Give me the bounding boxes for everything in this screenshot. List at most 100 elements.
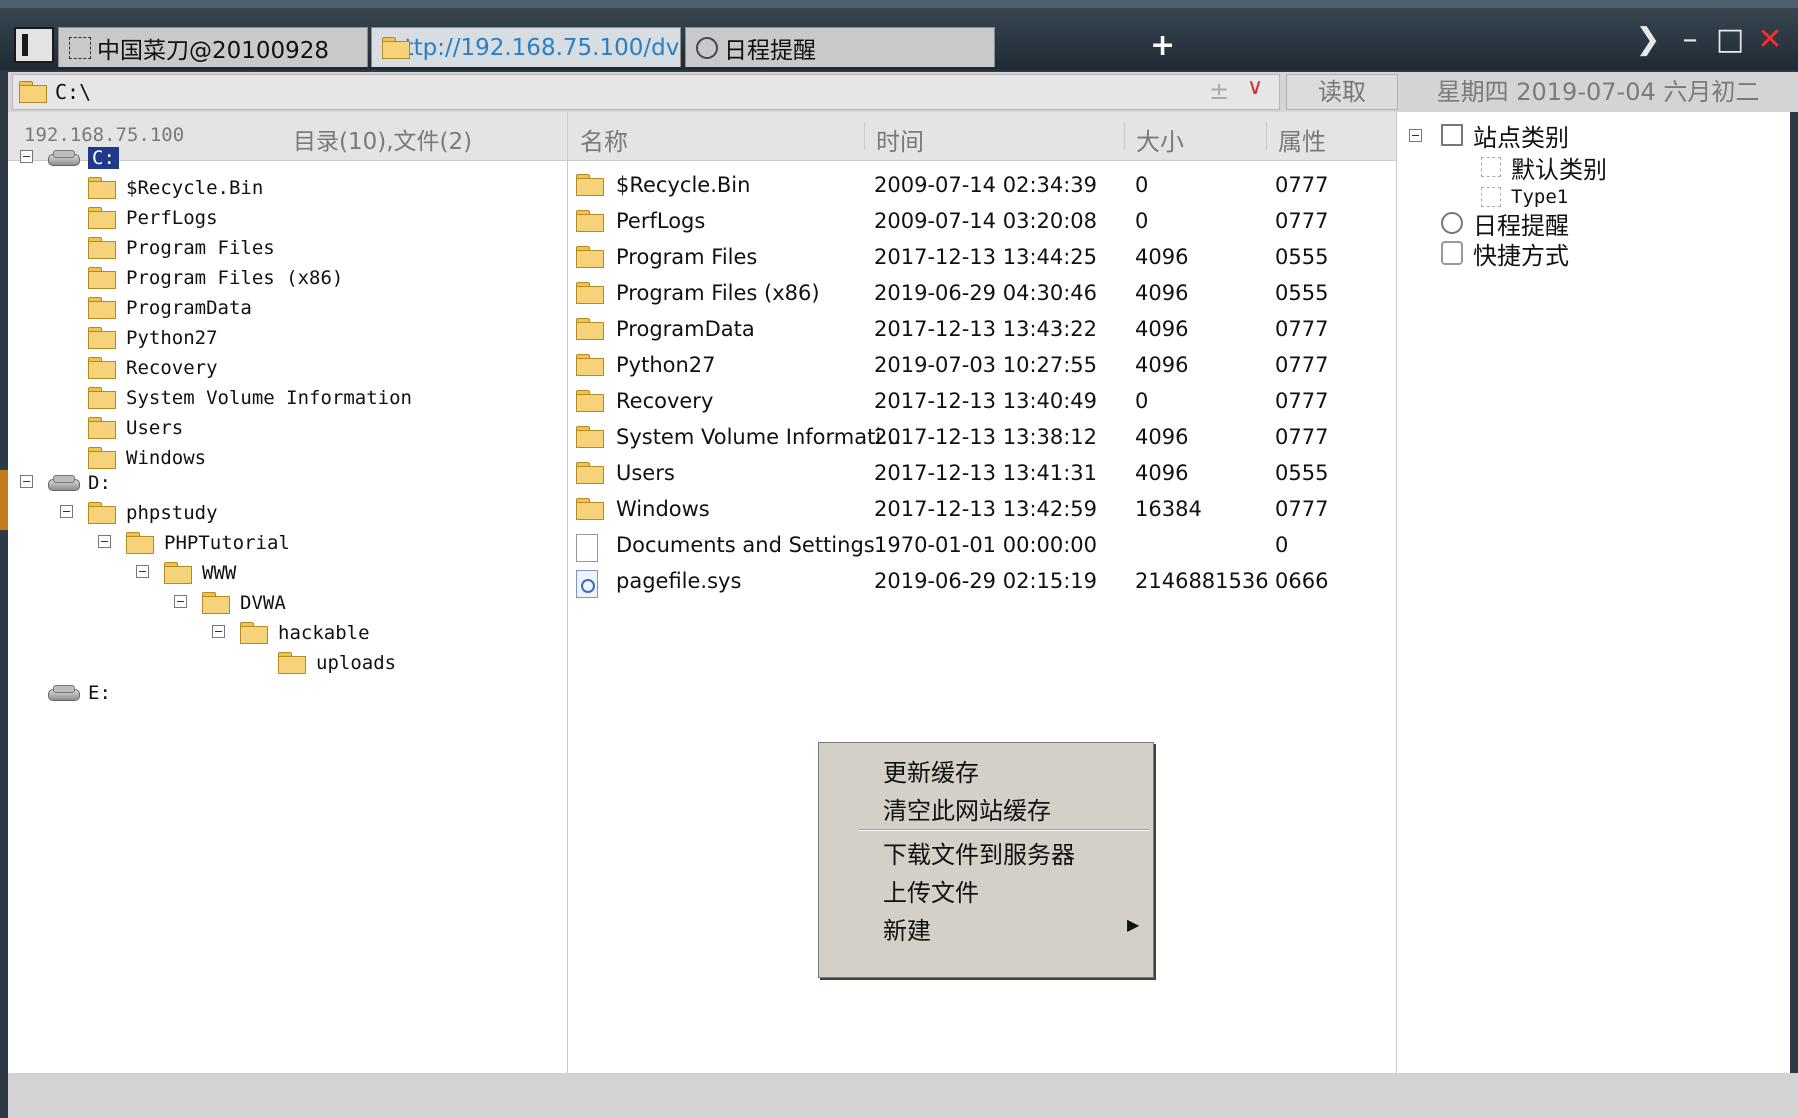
tree-node-d[interactable]: D: [48,467,111,499]
tree-node[interactable]: uploads [278,647,396,679]
folder-icon [164,562,192,584]
maximize-button[interactable]: □ [1712,22,1748,58]
folder-icon [576,498,604,520]
tree-node-default-category[interactable]: 默认类别 [1481,151,1607,184]
folder-icon [88,237,116,259]
file-row[interactable]: Program Files 2017-12-13 13:44:25 4096 0555 [568,239,1396,275]
column-header-size[interactable]: 大小 [1136,122,1184,157]
file-name: Python27 [616,353,716,377]
file-size: 0 [1135,173,1149,197]
close-button[interactable]: ✕ [1752,22,1788,58]
tree-node-c[interactable]: C: [48,142,119,174]
file-row[interactable]: Recovery 2017-12-13 13:40:49 0 0777 [568,383,1396,419]
collapse-toggle-icon[interactable] [136,565,149,578]
tree-node-shortcut[interactable]: 快捷方式 [1441,237,1569,270]
tree-node[interactable]: Python27 [88,322,218,354]
folder-icon [88,502,116,524]
tab-home[interactable]: 中国菜刀@20100928 [58,27,368,67]
tab-file-manager[interactable]: http://192.168.75.100/dvwa/... [371,27,681,67]
tree-node[interactable]: $Recycle.Bin [88,172,263,204]
tree-node[interactable]: ProgramData [88,292,252,324]
collapse-toggle-icon[interactable] [174,595,187,608]
file-icon [576,534,598,562]
file-row[interactable]: Windows 2017-12-13 13:42:59 16384 0777 [568,491,1396,527]
tree-node[interactable]: Users [88,412,183,444]
file-name: Program Files [616,245,758,269]
file-row[interactable]: ProgramData 2017-12-13 13:43:22 4096 0777 [568,311,1396,347]
tree-node[interactable]: phpstudy [88,497,218,529]
tree-node[interactable]: DVWA [202,587,286,619]
plus-minus-icon[interactable]: ± [1209,77,1229,105]
folder-icon [576,354,604,376]
menu-item-upload-file[interactable]: 上传文件 [883,873,979,908]
file-size: 4096 [1135,281,1189,305]
chevron-right-icon[interactable]: ❯ [1630,22,1666,58]
tree-node-site-category[interactable]: 站点类别 [1441,119,1569,152]
menu-item-new[interactable]: 新建 [883,911,931,946]
chevron-down-icon[interactable]: ∨ [1247,75,1263,100]
tree-label: C: [88,147,119,169]
tree-node[interactable]: PHPTutorial [126,527,290,559]
tree-node[interactable]: Program Files (x86) [88,262,343,294]
file-name: $Recycle.Bin [616,173,751,197]
file-row[interactable]: pagefile.sys 2019-06-29 02:15:19 214688153… [568,563,1396,599]
column-divider[interactable] [1124,122,1125,150]
menu-item-refresh-cache[interactable]: 更新缓存 [883,753,979,788]
file-row[interactable]: Users 2017-12-13 13:41:31 4096 0555 [568,455,1396,491]
file-time: 2009-07-14 03:20:08 [874,209,1098,233]
file-attr: 0666 [1275,569,1329,593]
column-divider[interactable] [1266,122,1267,150]
add-tab-button[interactable]: + [1150,28,1175,64]
read-button[interactable]: 读取 [1286,74,1398,110]
sidebar-toggle-icon[interactable] [14,27,54,63]
drive-icon [48,150,80,166]
title-topline [0,0,1798,8]
file-size: 0 [1135,209,1149,233]
tree-label: Program Files [126,237,275,259]
tree-label: System Volume Information [126,387,412,409]
tree-label: Program Files (x86) [126,267,344,289]
collapse-toggle-icon[interactable] [212,625,225,638]
minimize-button[interactable]: – [1672,22,1708,58]
tree-node[interactable]: PerfLogs [88,202,218,234]
collapse-toggle-icon[interactable] [20,475,33,488]
collapse-toggle-icon[interactable] [60,505,73,518]
collapse-toggle-icon[interactable] [20,150,33,163]
tree-node[interactable]: WWW [164,557,236,589]
tab-label: http://192.168.75.100/dvwa/... [390,34,680,61]
column-header-time[interactable]: 时间 [876,122,924,157]
app-window: 中国菜刀@20100928 http://192.168.75.100/dvwa… [0,0,1798,1118]
tab-schedule[interactable]: 日程提醒 [685,27,995,67]
column-divider[interactable] [864,122,865,150]
file-name: Users [616,461,675,485]
menu-item-download-to-server[interactable]: 下载文件到服务器 [883,835,1075,870]
folder-icon [88,417,116,439]
tree-label: PHPTutorial [164,532,290,554]
collapse-toggle-icon[interactable] [1409,129,1422,142]
tree-node[interactable]: Recovery [88,352,218,384]
file-row[interactable]: $Recycle.Bin 2009-07-14 02:34:39 0 0777 [568,167,1396,203]
file-row[interactable]: Documents and Settings 1970-01-01 00:00:0… [568,527,1396,563]
file-row[interactable]: Program Files (x86) 2019-06-29 04:30:46 40… [568,275,1396,311]
tree-node[interactable]: hackable [240,617,370,649]
folder-icon [19,81,47,103]
tree-node-schedule[interactable]: 日程提醒 [1441,207,1569,240]
tree-label: WWW [202,562,237,584]
file-row[interactable]: PerfLogs 2009-07-14 03:20:08 0 0777 [568,203,1396,239]
file-row[interactable]: Python27 2019-07-03 10:27:55 4096 0777 [568,347,1396,383]
collapse-toggle-icon[interactable] [98,535,111,548]
tree-node[interactable]: System Volume Information [88,382,412,414]
path-input[interactable]: C:\ ± ∨ [12,74,1280,110]
menu-item-clear-site-cache[interactable]: 清空此网站缓存 [883,791,1051,826]
file-name: pagefile.sys [616,569,742,593]
file-time: 2009-07-14 02:34:39 [874,173,1098,197]
tree-node[interactable]: Program Files [88,232,275,264]
clock-icon [1441,212,1463,234]
column-header-attr[interactable]: 属性 [1278,122,1326,157]
tree-node-e[interactable]: E: [48,677,111,709]
status-bar [8,1073,1798,1118]
column-header-name[interactable]: 名称 [580,122,628,157]
file-name: Documents and Settings [616,533,875,557]
file-row[interactable]: System Volume Informati... 2017-12-13 13:… [568,419,1396,455]
file-time: 2017-12-13 13:41:31 [874,461,1098,485]
